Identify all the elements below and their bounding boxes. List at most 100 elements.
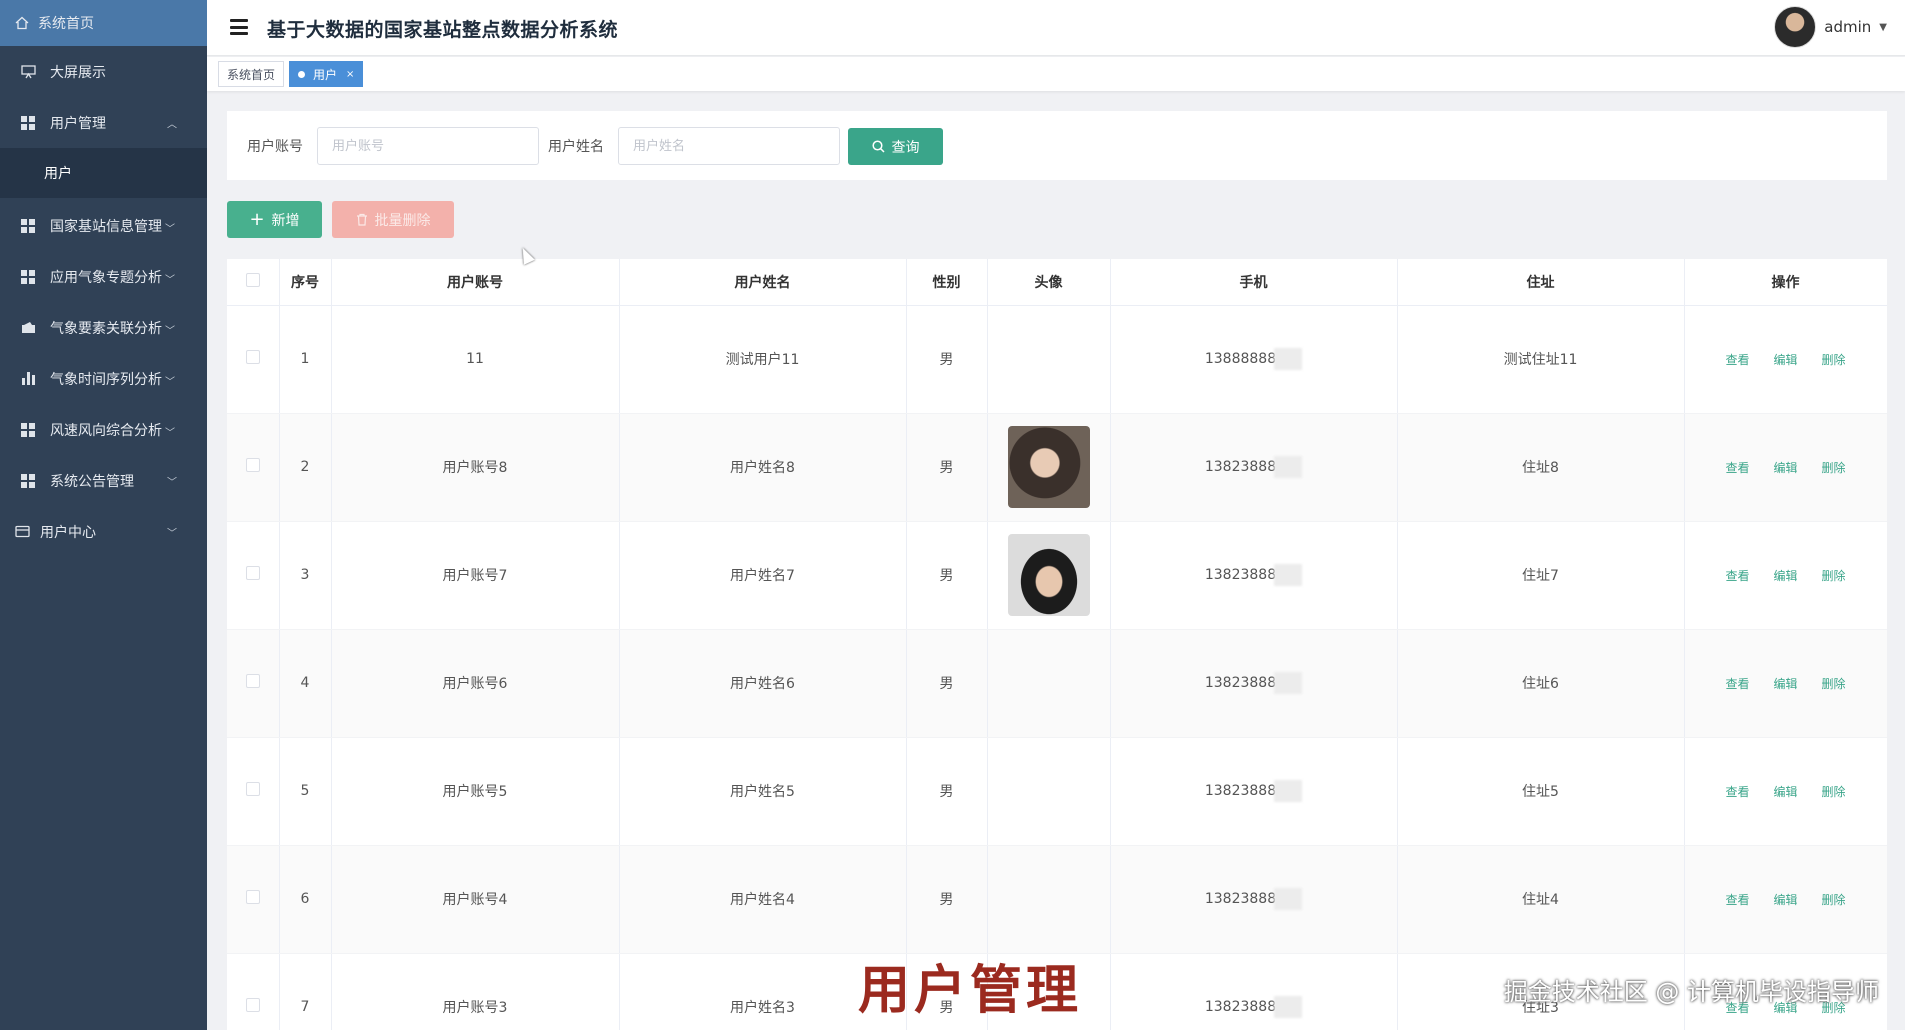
operations-cell: 查看 编辑 删除 — [1684, 845, 1887, 954]
sidebar-item-weather-topic[interactable]: 应用气象专题分析 ﹀ — [0, 251, 207, 302]
edit-link[interactable]: 编辑 — [1773, 785, 1797, 799]
user-avatar-image[interactable] — [1007, 426, 1090, 508]
account-search-input[interactable] — [317, 127, 539, 165]
row-checkbox[interactable] — [245, 782, 260, 796]
column-header: 操作 — [1684, 259, 1887, 306]
delete-link[interactable]: 删除 — [1822, 353, 1846, 367]
chevron-down-icon: ﹀ — [165, 275, 175, 286]
sidebar: 系统首页 大屏展示 用户管理 ︿ 用户 国家基站信息管理 ﹀ 应用气象专题分析 … — [0, 0, 207, 1030]
top-header: 基于大数据的国家基站整点数据分析系统 admin ▼ — [207, 0, 1905, 56]
delete-link[interactable]: 删除 — [1822, 677, 1846, 691]
avatar-cell — [987, 521, 1111, 630]
sidebar-item-element-correlation[interactable]: 气象要素关联分析 ﹀ — [0, 302, 207, 353]
sidebar-item-label: 风速风向综合分析 — [50, 422, 162, 439]
row-checkbox-cell[interactable] — [227, 953, 280, 1030]
menu-toggle-icon[interactable] — [230, 19, 248, 35]
sidebar-item-base-station-info[interactable]: 国家基站信息管理 ﹀ — [0, 200, 207, 251]
account-cell: 用户账号8 — [331, 413, 620, 522]
grid-icon — [20, 422, 36, 438]
view-link[interactable]: 查看 — [1725, 569, 1749, 583]
home-icon — [14, 15, 30, 31]
table-header-row: 序号 用户账号 用户姓名 性别 头像 手机 住址 操作 — [227, 259, 1887, 306]
address-cell: 住址7 — [1397, 521, 1685, 630]
select-all-checkbox[interactable] — [245, 272, 260, 287]
row-checkbox-cell[interactable] — [227, 413, 280, 522]
table-row: 3 用户账号7 用户姓名7 男 13823888 住址7 查看 编辑 删除 — [227, 521, 1887, 630]
name-search-input[interactable] — [618, 127, 840, 165]
sidebar-item-label: 用户中心 — [40, 524, 96, 541]
gender-cell: 男 — [906, 413, 988, 522]
view-link[interactable]: 查看 — [1725, 785, 1749, 799]
batch-delete-button[interactable]: 批量删除 — [332, 201, 454, 238]
sidebar-item-home[interactable]: 系统首页 — [0, 0, 207, 46]
table-row: 4 用户账号6 用户姓名6 男 13823888 住址6 查看 编辑 删除 — [227, 629, 1887, 738]
index-cell: 1 — [279, 305, 332, 414]
sidebar-item-user-management[interactable]: 用户管理 ︿ — [0, 97, 207, 148]
query-button[interactable]: 查询 — [848, 128, 943, 165]
chevron-down-icon: ﹀ — [165, 326, 175, 337]
index-cell: 5 — [279, 737, 332, 846]
row-checkbox-cell[interactable] — [227, 629, 280, 738]
avatar[interactable] — [1774, 6, 1817, 48]
gender-cell: 男 — [906, 305, 988, 414]
row-checkbox-cell[interactable] — [227, 737, 280, 846]
grid-icon — [20, 218, 36, 234]
name-label: 用户姓名 — [548, 139, 604, 155]
phone-blur-mask — [1274, 564, 1303, 586]
user-avatar-image[interactable] — [1007, 534, 1090, 616]
batch-delete-label: 批量删除 — [374, 212, 431, 229]
edit-link[interactable]: 编辑 — [1773, 353, 1797, 367]
sidebar-item-time-series[interactable]: 气象时间序列分析 ﹀ — [0, 353, 207, 404]
phone-text: 13823888 — [1204, 783, 1277, 799]
sidebar-item-label: 大屏展示 — [50, 64, 106, 81]
chevron-down-icon: ﹀ — [165, 428, 175, 439]
avatar-cell — [987, 413, 1111, 522]
delete-link[interactable]: 删除 — [1822, 893, 1846, 907]
row-checkbox[interactable] — [245, 890, 260, 904]
tags-view: 系统首页 用户 × — [207, 57, 1905, 91]
screen-icon — [20, 64, 36, 80]
tag-home[interactable]: 系统首页 — [218, 61, 285, 87]
sidebar-item-wind-analysis[interactable]: 风速风向综合分析 ﹀ — [0, 404, 207, 455]
row-checkbox[interactable] — [245, 566, 260, 580]
phone-cell: 13823888 — [1110, 629, 1398, 738]
view-link[interactable]: 查看 — [1725, 353, 1749, 367]
row-checkbox-cell[interactable] — [227, 305, 280, 414]
edit-link[interactable]: 编辑 — [1773, 461, 1797, 475]
sidebar-item-user-center[interactable]: 用户中心 ﹀ — [0, 506, 207, 557]
row-checkbox[interactable] — [245, 458, 260, 472]
tag-users[interactable]: 用户 × — [289, 61, 364, 87]
view-link[interactable]: 查看 — [1725, 893, 1749, 907]
edit-link[interactable]: 编辑 — [1773, 893, 1797, 907]
account-cell: 用户账号3 — [331, 953, 620, 1030]
edit-link[interactable]: 编辑 — [1773, 677, 1797, 691]
phone-text: 13823888 — [1204, 891, 1277, 907]
name-cell: 用户姓名4 — [619, 845, 907, 954]
view-link[interactable]: 查看 — [1725, 461, 1749, 475]
index-cell: 7 — [279, 953, 332, 1030]
user-menu[interactable]: admin ▼ — [1774, 6, 1887, 48]
tag-label: 用户 — [313, 67, 338, 82]
edit-link[interactable]: 编辑 — [1773, 569, 1797, 583]
delete-link[interactable]: 删除 — [1822, 569, 1846, 583]
plus-icon: + — [249, 208, 265, 230]
row-checkbox-cell[interactable] — [227, 845, 280, 954]
sidebar-item-users[interactable]: 用户 — [0, 148, 207, 198]
sidebar-item-big-screen[interactable]: 大屏展示 — [0, 46, 207, 97]
address-cell: 住址4 — [1397, 845, 1685, 954]
account-cell: 用户账号5 — [331, 737, 620, 846]
sidebar-item-label: 气象时间序列分析 — [50, 371, 162, 388]
row-checkbox[interactable] — [245, 998, 260, 1012]
add-button[interactable]: + 新增 — [227, 201, 322, 238]
view-link[interactable]: 查看 — [1725, 677, 1749, 691]
row-checkbox-cell[interactable] — [227, 521, 280, 630]
search-form: 用户账号 用户姓名 查询 — [227, 111, 1887, 180]
close-icon[interactable]: × — [346, 69, 354, 80]
sidebar-item-announcements[interactable]: 系统公告管理 ﹀ — [0, 455, 207, 506]
row-checkbox[interactable] — [245, 674, 260, 688]
row-checkbox[interactable] — [245, 350, 260, 364]
column-header: 用户姓名 — [619, 259, 907, 306]
delete-link[interactable]: 删除 — [1822, 785, 1846, 799]
select-all-checkbox-cell[interactable] — [227, 259, 280, 306]
delete-link[interactable]: 删除 — [1822, 461, 1846, 475]
